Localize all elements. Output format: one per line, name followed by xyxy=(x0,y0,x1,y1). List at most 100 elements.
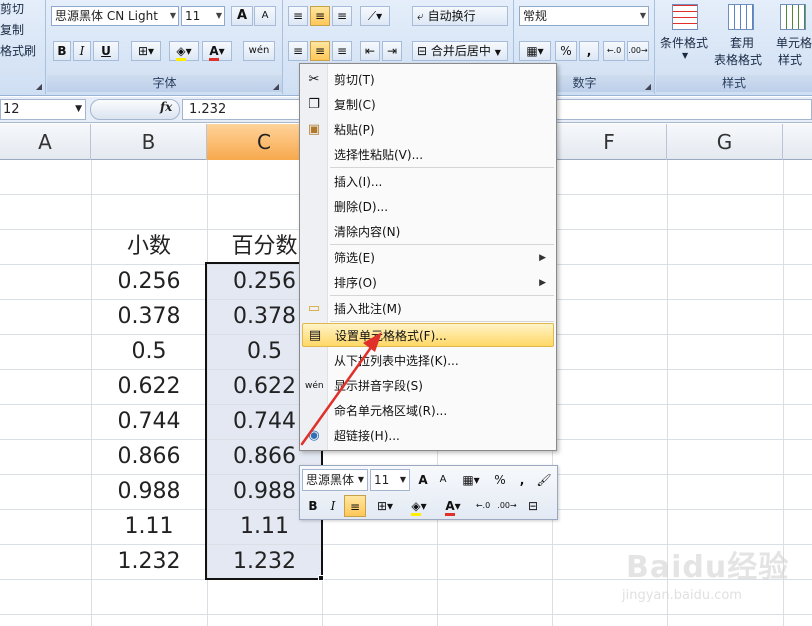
number-launcher-icon[interactable]: ◢ xyxy=(645,82,651,91)
menu-item-delete[interactable]: 删除(D)... xyxy=(302,195,554,219)
menu-item-copy[interactable]: ❐ 复制(C) xyxy=(302,93,554,117)
align-right-button[interactable]: ≡ xyxy=(332,41,352,61)
hyperlink-globe-icon: ◉ xyxy=(308,428,320,443)
align-left-button[interactable]: ≡ xyxy=(288,41,308,61)
format-painter-button[interactable]: 格式刷 xyxy=(0,42,36,59)
font-size-select[interactable]: 11 ▼ xyxy=(181,6,225,26)
border-button[interactable]: ⊞▾ xyxy=(131,41,161,61)
underline-button[interactable]: U xyxy=(93,41,119,61)
insert-function-icon[interactable]: fx xyxy=(160,100,172,114)
mini-grow-font-button[interactable]: A xyxy=(414,469,432,491)
cell-b-value[interactable]: 0.378 xyxy=(91,299,207,334)
cell-b-value[interactable]: 0.988 xyxy=(91,474,207,509)
name-box[interactable]: 12 ▼ xyxy=(0,99,86,120)
conditional-format-icon[interactable] xyxy=(672,4,698,30)
phonetic-button[interactable]: wén xyxy=(243,41,275,61)
menu-item-paste-special[interactable]: 选择性粘贴(V)... xyxy=(302,143,554,167)
align-middle-button[interactable]: ≡ xyxy=(310,6,330,26)
bold-button[interactable]: B xyxy=(53,41,71,61)
cell-b-value[interactable]: 0.622 xyxy=(91,369,207,404)
align-bottom-button[interactable]: ≡ xyxy=(332,6,352,26)
cell-b-value[interactable]: 0.256 xyxy=(91,264,207,299)
font-color-button[interactable]: A▾ xyxy=(202,41,232,61)
percent-style-button[interactable]: % xyxy=(555,41,577,61)
submenu-arrow-icon: ▶ xyxy=(539,278,546,288)
mini-italic-button[interactable]: I xyxy=(324,495,342,517)
increase-decimal-button[interactable]: ←.0 xyxy=(603,41,625,61)
column-header-b[interactable]: B xyxy=(91,124,207,160)
mini-increase-decimal-button[interactable]: ←.0 xyxy=(472,495,494,517)
mini-center-button[interactable]: ≡ xyxy=(344,495,366,517)
menu-separator xyxy=(330,167,554,168)
copy-button[interactable]: 复制 xyxy=(0,21,24,38)
decrease-decimal-button[interactable]: .00→ xyxy=(627,41,649,61)
column-header-f[interactable]: F xyxy=(552,124,667,160)
merge-center-button[interactable]: ⊟ 合并后居中 ▼ xyxy=(412,41,508,61)
mini-comma-button[interactable]: , xyxy=(514,469,530,491)
mini-format-painter-button[interactable]: 🖌 xyxy=(534,469,554,491)
format-as-table-top[interactable]: 套用 xyxy=(730,34,754,51)
menu-item-define-name[interactable]: 命名单元格区域(R)... xyxy=(302,399,554,423)
menu-item-format-cells[interactable]: ▤ 设置单元格格式(F)... xyxy=(302,323,554,347)
conditional-format-button[interactable]: 条件格式 xyxy=(660,34,708,51)
italic-button[interactable]: I xyxy=(73,41,91,61)
cell-b-value[interactable]: 0.744 xyxy=(91,404,207,439)
wrap-text-button[interactable]: ⤶ 自动换行 xyxy=(412,6,508,26)
format-as-table-icon[interactable] xyxy=(728,4,754,30)
cut-button[interactable]: 剪切 xyxy=(0,0,24,17)
menu-item-filter[interactable]: 筛选(E) ▶ xyxy=(302,246,554,270)
shrink-font-button[interactable]: A xyxy=(254,6,276,26)
cell-b-value[interactable]: 1.232 xyxy=(91,544,207,579)
column-header-next[interactable] xyxy=(783,124,812,160)
font-launcher-icon[interactable]: ◢ xyxy=(273,82,279,91)
cell-styles-icon[interactable] xyxy=(780,4,806,30)
increase-decimal-icon: ←.0 xyxy=(475,501,491,510)
cell-styles-top[interactable]: 单元格 xyxy=(776,34,812,51)
align-top-button[interactable]: ≡ xyxy=(288,6,308,26)
menu-item-label: 设置单元格格式(F)... xyxy=(335,329,447,343)
clipboard-launcher-icon[interactable]: ◢ xyxy=(36,82,42,91)
mini-border-button[interactable]: ⊞▾ xyxy=(370,495,400,517)
menu-item-insert[interactable]: 插入(I)... xyxy=(302,170,554,194)
mini-shrink-font-button[interactable]: A xyxy=(434,469,452,491)
increase-indent-button[interactable]: ⇥ xyxy=(382,41,402,61)
mini-percent-button[interactable]: % xyxy=(490,469,510,491)
fill-handle[interactable] xyxy=(318,575,324,581)
menu-item-hyperlink[interactable]: ◉ 超链接(H)... xyxy=(302,424,554,448)
menu-item-phonetic[interactable]: wén 显示拼音字段(S) xyxy=(302,374,554,398)
cell-styles-bottom[interactable]: 样式 xyxy=(778,51,802,68)
menu-item-insert-comment[interactable]: ▭ 插入批注(M) xyxy=(302,297,554,321)
menu-item-cut[interactable]: ✂ 剪切(T) xyxy=(302,68,554,92)
menu-item-pick-from-list[interactable]: 从下拉列表中选择(K)... xyxy=(302,349,554,373)
number-format-select[interactable]: 常规 ▼ xyxy=(519,6,649,26)
cell-b-value[interactable]: 1.11 xyxy=(91,509,207,544)
column-header-g[interactable]: G xyxy=(667,124,783,160)
mini-fill-color-button[interactable]: ◈▾ xyxy=(404,495,434,517)
mini-size-select[interactable]: 11 ▼ xyxy=(370,469,410,491)
menu-item-paste[interactable]: ▣ 粘贴(P) xyxy=(302,118,554,142)
menu-item-clear[interactable]: 清除内容(N) xyxy=(302,220,554,244)
mini-font-color-button[interactable]: A▾ xyxy=(438,495,468,517)
increase-decimal-icon: ←.0 xyxy=(606,46,622,55)
orientation-button[interactable]: ⟋▾ xyxy=(360,6,390,26)
mini-merge-button[interactable]: ⊟ xyxy=(522,495,544,517)
decrease-indent-button[interactable]: ⇤ xyxy=(360,41,380,61)
grow-font-button[interactable]: A xyxy=(231,6,253,26)
align-center-button[interactable]: ≡ xyxy=(310,41,330,61)
mini-bold-button[interactable]: B xyxy=(304,495,322,517)
font-name-select[interactable]: 思源黑体 CN Light ▼ xyxy=(51,6,179,26)
mini-accounting-button[interactable]: ▦▾ xyxy=(456,469,486,491)
mini-font-select[interactable]: 思源黑体 ▼ xyxy=(302,469,368,491)
cell-b-header[interactable]: 小数 xyxy=(91,229,207,264)
accounting-format-button[interactable]: ▦▾ xyxy=(519,41,551,61)
cell-b-value[interactable]: 0.866 xyxy=(91,439,207,474)
mini-decrease-decimal-button[interactable]: .00→ xyxy=(496,495,518,517)
align-top-icon: ≡ xyxy=(292,9,304,23)
fill-color-button[interactable]: ◈▾ xyxy=(169,41,199,61)
comment-icon: ▭ xyxy=(307,301,321,316)
cell-b-value[interactable]: 0.5 xyxy=(91,334,207,369)
column-header-a[interactable]: A xyxy=(0,124,91,160)
comma-style-button[interactable]: , xyxy=(579,41,599,61)
format-as-table-bottom[interactable]: 表格格式 xyxy=(714,51,762,68)
menu-item-sort[interactable]: 排序(O) ▶ xyxy=(302,271,554,295)
